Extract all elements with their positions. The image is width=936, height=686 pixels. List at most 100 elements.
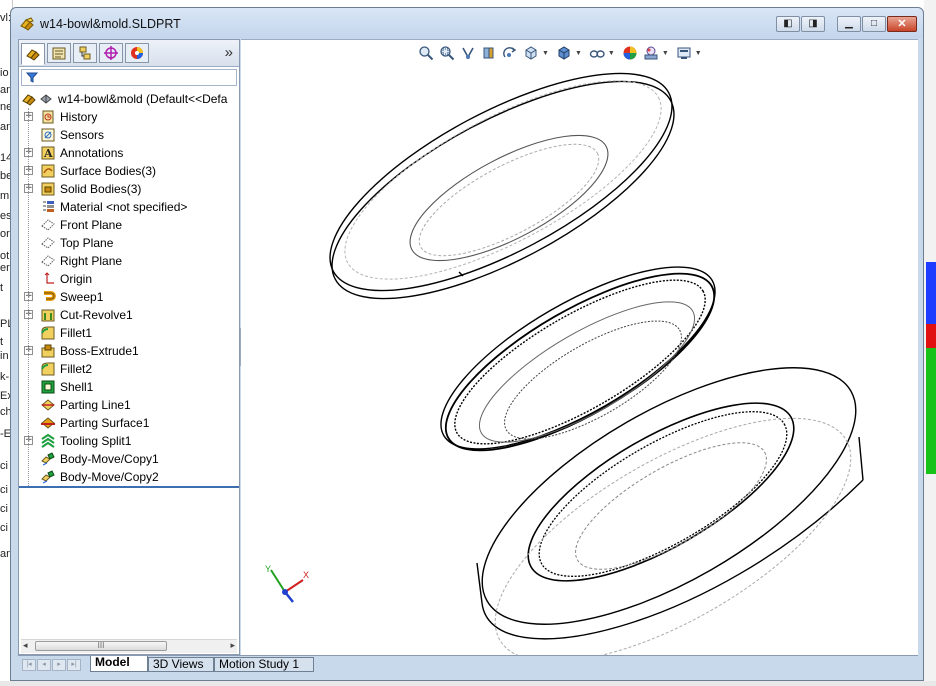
- tree-item-cut-revolve1[interactable]: + Cut-Revolve1: [19, 306, 239, 324]
- mold-bottom-hidden: [494, 417, 852, 656]
- section-view-icon[interactable]: [480, 44, 498, 62]
- tree-item-label: Sweep1: [60, 290, 104, 304]
- display-state-icon: [40, 94, 52, 104]
- tree-item-boss-extrude1[interactable]: + Boss-Extrude1: [19, 342, 239, 360]
- tile-left-button[interactable]: ◧: [776, 16, 800, 32]
- tree-item-sensors[interactable]: Sensors: [19, 126, 239, 144]
- tree-item-material-not-specified[interactable]: Material <not specified>: [19, 198, 239, 216]
- scroll-thumb[interactable]: III: [35, 641, 167, 651]
- hide-show-dropdown[interactable]: ▼: [608, 50, 615, 57]
- background-text-fragment: or: [0, 228, 10, 240]
- middle-rim-outer-2: [444, 272, 716, 452]
- featuremanager-tab[interactable]: [21, 43, 45, 65]
- tree-item-shell1[interactable]: Shell1: [19, 378, 239, 396]
- apply-scene-dropdown[interactable]: ▼: [662, 50, 669, 57]
- shell-icon: [41, 380, 55, 394]
- body-move-icon: [41, 452, 55, 466]
- tree-item-label: Boss-Extrude1: [60, 344, 139, 358]
- zoom-to-fit-icon[interactable]: [417, 44, 435, 62]
- tree-item-surface-bodies-3[interactable]: + Surface Bodies(3): [19, 162, 239, 180]
- hide-show-items-icon[interactable]: [588, 44, 606, 62]
- display-style-dropdown[interactable]: ▼: [575, 50, 582, 57]
- tree-root-part[interactable]: w14-bowl&mold (Default<<Defa: [19, 90, 239, 108]
- scroll-left-arrow[interactable]: ◂: [23, 640, 28, 651]
- tree-horizontal-scrollbar[interactable]: ◂ III ▸: [21, 639, 237, 653]
- triad-origin: [282, 589, 288, 595]
- tree-item-front-plane[interactable]: Front Plane: [19, 216, 239, 234]
- model-graphics: [329, 72, 864, 656]
- mold-bottom-body: [476, 367, 864, 656]
- edit-appearance-icon[interactable]: [621, 44, 639, 62]
- previous-view-icon[interactable]: [459, 44, 477, 62]
- tree-item-parting-surface1[interactable]: Parting Surface1: [19, 414, 239, 432]
- origin-icon: [44, 272, 54, 284]
- tree-item-body-move-copy2[interactable]: Body-Move/Copy2: [19, 468, 239, 486]
- maximize-button[interactable]: □: [862, 16, 886, 32]
- minimize-button[interactable]: ▁: [837, 16, 861, 32]
- configurationmanager-tab[interactable]: [73, 43, 97, 63]
- tooling-split-icon: [41, 433, 55, 448]
- background-text-fragment: m: [0, 190, 10, 202]
- tree-item-top-plane[interactable]: Top Plane: [19, 234, 239, 252]
- tree-item-label: Cut-Revolve1: [60, 308, 133, 322]
- tree-item-tooling-split1[interactable]: + Tooling Split1: [19, 432, 239, 450]
- tree-item-sweep1[interactable]: + Sweep1: [19, 288, 239, 306]
- tree-item-body-move-copy1[interactable]: Body-Move/Copy1: [19, 450, 239, 468]
- tile-right-button[interactable]: ◨: [801, 16, 825, 32]
- bowl-rim-inner-hidden: [344, 80, 662, 280]
- tab-motion-study-1[interactable]: Motion Study 1: [214, 657, 314, 672]
- maximize-icon: □: [870, 18, 878, 29]
- propertymanager-icon: [52, 47, 66, 60]
- zoom-to-area-icon[interactable]: [438, 44, 456, 62]
- dimxpert-tab[interactable]: [99, 43, 123, 63]
- mold-bottom-edge: [481, 479, 864, 640]
- tree-item-history[interactable]: + History: [19, 108, 239, 126]
- scroll-right-arrow[interactable]: ▸: [230, 640, 235, 651]
- rollback-bar[interactable]: [19, 486, 239, 488]
- apply-scene-icon[interactable]: [642, 44, 660, 62]
- background-text-fragment: ci: [0, 522, 8, 534]
- title-bar[interactable]: w14-bowl&mold.SLDPRT ◧ ◨ ▁ □ ✕: [11, 8, 923, 38]
- tree-item-label: Parting Line1: [60, 398, 131, 412]
- first-tab-button[interactable]: |◂: [22, 659, 36, 671]
- mold-cavity-outer: [527, 402, 795, 582]
- heads-up-view-toolbar: ▼ ▼ ▼ ▼ ▼: [417, 42, 708, 64]
- view-settings-dropdown[interactable]: ▼: [695, 50, 702, 57]
- tree-item-annotations[interactable]: + A Annotations: [19, 144, 239, 162]
- tree-item-fillet1[interactable]: Fillet1: [19, 324, 239, 342]
- tab-model[interactable]: Model: [90, 656, 148, 672]
- triad-x-axis: [284, 579, 304, 593]
- last-tab-button[interactable]: ▸|: [67, 659, 81, 671]
- svg-text:A: A: [43, 147, 53, 160]
- prev-tab-button[interactable]: ◂: [37, 659, 51, 671]
- tree-item-origin[interactable]: Origin: [19, 270, 239, 288]
- mold-cavity-inner: [538, 411, 788, 577]
- background-app-right-strip: [924, 0, 936, 686]
- material-icon: [43, 201, 54, 212]
- tree-item-label: History: [60, 110, 98, 124]
- display-manager-tab[interactable]: [125, 43, 149, 63]
- close-button[interactable]: ✕: [887, 16, 917, 32]
- propertymanager-tab[interactable]: [47, 43, 71, 63]
- view-orientation-dropdown[interactable]: ▼: [542, 50, 549, 57]
- tree-item-right-plane[interactable]: Right Plane: [19, 252, 239, 270]
- tree-item-solid-bodies-3[interactable]: + Solid Bodies(3): [19, 180, 239, 198]
- middle-rim-inner: [454, 279, 706, 445]
- graphics-area[interactable]: ▼ ▼ ▼ ▼ ▼ Y X: [241, 39, 918, 656]
- surface-bodies-icon: [41, 164, 55, 178]
- tree-filter-field[interactable]: [21, 69, 237, 86]
- tab-3d-views[interactable]: 3D Views: [148, 657, 214, 672]
- dynamic-annotation-icon[interactable]: [501, 44, 519, 62]
- view-orientation-icon[interactable]: [522, 44, 540, 62]
- display-style-icon[interactable]: [555, 44, 573, 62]
- more-tabs-chevron[interactable]: »: [225, 44, 233, 61]
- next-tab-button[interactable]: ▸: [52, 659, 66, 671]
- tree-item-parting-line1[interactable]: Parting Line1: [19, 396, 239, 414]
- bowl-middle-body: [440, 266, 716, 452]
- plane-icon: [41, 255, 55, 267]
- view-settings-icon[interactable]: [675, 44, 693, 62]
- tree-item-label: Right Plane: [60, 254, 123, 268]
- solid-bodies-icon: [41, 182, 55, 196]
- tree-item-fillet2[interactable]: Fillet2: [19, 360, 239, 378]
- body-move-icon: [41, 470, 55, 484]
